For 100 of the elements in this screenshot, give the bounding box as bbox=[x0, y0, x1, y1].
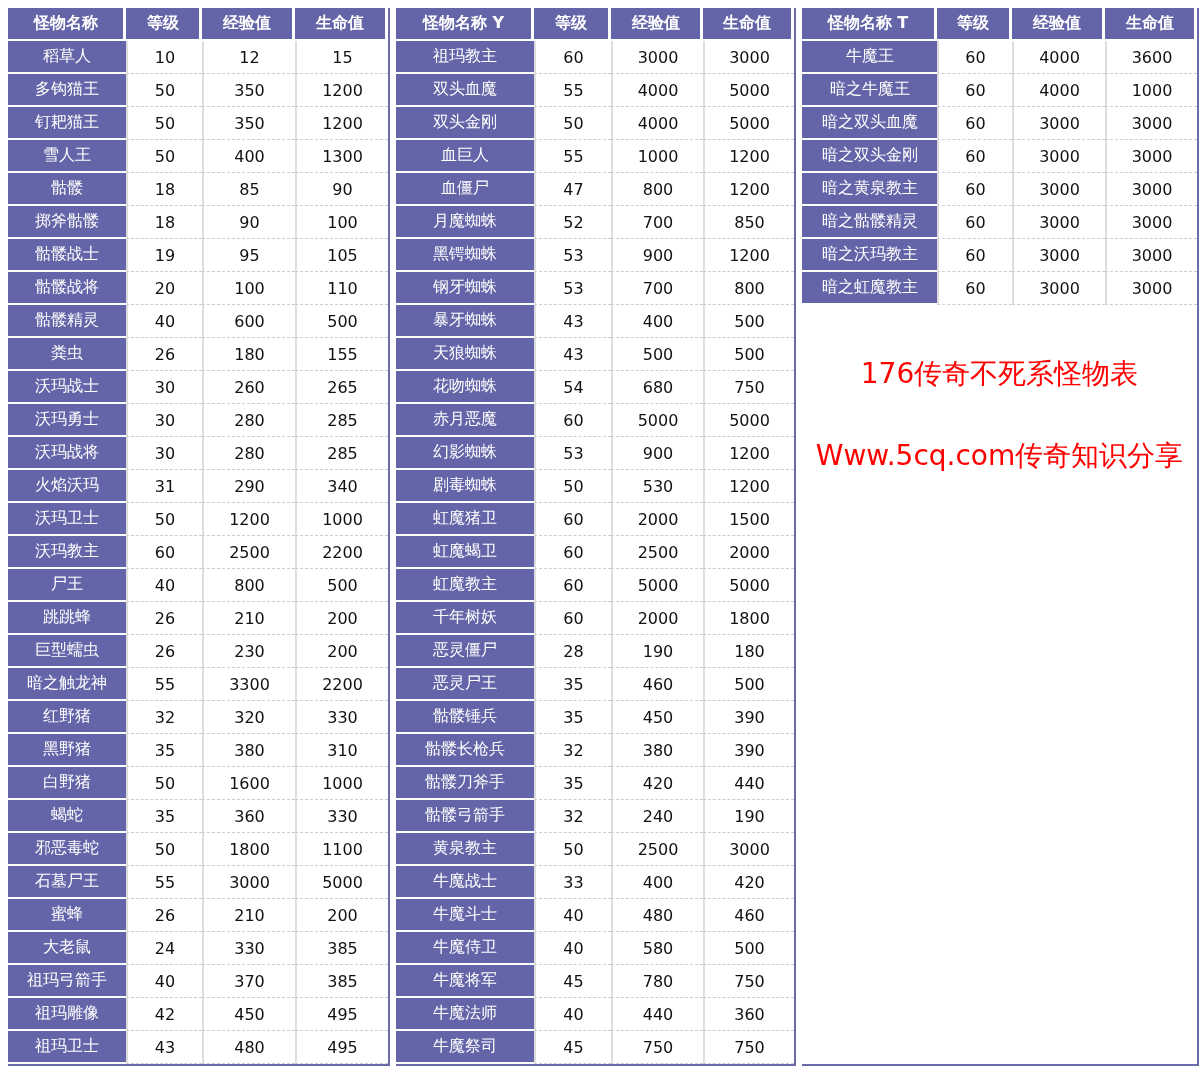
table-cell: 700 bbox=[611, 206, 703, 239]
monster-name-cell: 白野猪 bbox=[8, 767, 126, 800]
monster-name-cell: 跳跳蜂 bbox=[8, 602, 126, 635]
table-cell: 260 bbox=[202, 371, 295, 404]
table-cell: 60 bbox=[534, 602, 611, 635]
table-cell: 440 bbox=[703, 767, 794, 800]
table-cell: 40 bbox=[534, 932, 611, 965]
table-cell: 230 bbox=[202, 635, 295, 668]
table-cell: 35 bbox=[534, 668, 611, 701]
table-cell: 1300 bbox=[295, 140, 388, 173]
monster-name-cell: 骷髅战士 bbox=[8, 239, 126, 272]
table-cell: 50 bbox=[534, 833, 611, 866]
table-cell: 2000 bbox=[611, 503, 703, 536]
monster-name-cell: 骷髅长枪兵 bbox=[396, 734, 534, 767]
table-cell: 53 bbox=[534, 437, 611, 470]
monster-name-cell: 牛魔将军 bbox=[396, 965, 534, 998]
table-cell: 4000 bbox=[611, 74, 703, 107]
column-header: 经验值 bbox=[202, 8, 295, 41]
table-cell: 280 bbox=[202, 437, 295, 470]
table-cell: 60 bbox=[937, 140, 1012, 173]
monster-name-cell: 赤月恶魔 bbox=[396, 404, 534, 437]
monster-name-cell: 骷髅锤兵 bbox=[396, 701, 534, 734]
table-cell: 31 bbox=[126, 470, 202, 503]
monster-name-cell: 多钩猫王 bbox=[8, 74, 126, 107]
table-cell: 290 bbox=[202, 470, 295, 503]
table-cell: 45 bbox=[534, 1031, 611, 1064]
table-cell: 45 bbox=[534, 965, 611, 998]
monster-name-cell: 蜜蜂 bbox=[8, 899, 126, 932]
table-cell: 320 bbox=[202, 701, 295, 734]
table-cell: 3000 bbox=[1012, 140, 1105, 173]
table-cell: 210 bbox=[202, 602, 295, 635]
monster-name-cell: 火焰沃玛 bbox=[8, 470, 126, 503]
table-cell: 5000 bbox=[703, 74, 794, 107]
column-header: 怪物名称 Y bbox=[396, 8, 534, 41]
table-cell: 18 bbox=[126, 206, 202, 239]
table-cell: 800 bbox=[703, 272, 794, 305]
table-cell: 2200 bbox=[295, 536, 388, 569]
monster-name-cell: 稻草人 bbox=[8, 41, 126, 74]
monster-name-cell: 牛魔侍卫 bbox=[396, 932, 534, 965]
table-cell: 60 bbox=[534, 536, 611, 569]
table-cell: 2000 bbox=[703, 536, 794, 569]
table-cell: 500 bbox=[295, 305, 388, 338]
table-cell: 5000 bbox=[703, 569, 794, 602]
monster-name-cell: 牛魔王 bbox=[802, 41, 937, 74]
table-cell: 495 bbox=[295, 998, 388, 1031]
table-cell: 53 bbox=[534, 272, 611, 305]
table-cell: 750 bbox=[703, 965, 794, 998]
table-cell: 500 bbox=[611, 338, 703, 371]
table-cell: 240 bbox=[611, 800, 703, 833]
table-cell: 24 bbox=[126, 932, 202, 965]
table-cell: 500 bbox=[703, 338, 794, 371]
table-cell: 50 bbox=[534, 107, 611, 140]
table-cell: 20 bbox=[126, 272, 202, 305]
table-cell: 1000 bbox=[611, 140, 703, 173]
table-cell: 330 bbox=[295, 701, 388, 734]
table-cell: 60 bbox=[937, 272, 1012, 305]
table-cell: 110 bbox=[295, 272, 388, 305]
table-cell: 30 bbox=[126, 437, 202, 470]
monster-name-cell: 骷髅战将 bbox=[8, 272, 126, 305]
table-cell: 900 bbox=[611, 437, 703, 470]
table-cell: 60 bbox=[534, 41, 611, 74]
table-cell: 26 bbox=[126, 602, 202, 635]
table-cell: 40 bbox=[126, 569, 202, 602]
table-cell: 1800 bbox=[703, 602, 794, 635]
monster-name-cell: 邪恶毒蛇 bbox=[8, 833, 126, 866]
table-cell: 5000 bbox=[611, 404, 703, 437]
column-header: 怪物名称 bbox=[8, 8, 126, 41]
table-cell: 26 bbox=[126, 338, 202, 371]
monster-name-cell: 剧毒蜘蛛 bbox=[396, 470, 534, 503]
table-cell: 800 bbox=[202, 569, 295, 602]
monster-name-cell: 暗之沃玛教主 bbox=[802, 239, 937, 272]
monster-name-cell: 粪虫 bbox=[8, 338, 126, 371]
table-cell: 1200 bbox=[703, 437, 794, 470]
table-cell: 5000 bbox=[611, 569, 703, 602]
monster-name-cell: 尸王 bbox=[8, 569, 126, 602]
monster-name-cell: 暗之双头金刚 bbox=[802, 140, 937, 173]
table-cell: 32 bbox=[126, 701, 202, 734]
table-cell: 330 bbox=[202, 932, 295, 965]
table-cell: 500 bbox=[703, 932, 794, 965]
table-cell: 10 bbox=[126, 41, 202, 74]
table-cell: 200 bbox=[295, 899, 388, 932]
monster-name-cell: 恶灵僵尸 bbox=[396, 635, 534, 668]
table-cell: 3000 bbox=[1012, 173, 1105, 206]
table-cell: 3000 bbox=[1105, 173, 1197, 206]
table-cell: 210 bbox=[202, 899, 295, 932]
table-cell: 3600 bbox=[1105, 41, 1197, 74]
table-cell: 600 bbox=[202, 305, 295, 338]
table-cell: 460 bbox=[703, 899, 794, 932]
table-cell: 390 bbox=[703, 701, 794, 734]
table-cell: 1800 bbox=[202, 833, 295, 866]
table-cell: 90 bbox=[295, 173, 388, 206]
table-cell: 495 bbox=[295, 1031, 388, 1064]
table-cell: 440 bbox=[611, 998, 703, 1031]
table-cell: 28 bbox=[534, 635, 611, 668]
column-header: 怪物名称 T bbox=[802, 8, 937, 41]
table-cell: 155 bbox=[295, 338, 388, 371]
monster-name-cell: 掷斧骷髅 bbox=[8, 206, 126, 239]
table-cell: 30 bbox=[126, 404, 202, 437]
monster-name-cell: 大老鼠 bbox=[8, 932, 126, 965]
table-cell: 4000 bbox=[611, 107, 703, 140]
